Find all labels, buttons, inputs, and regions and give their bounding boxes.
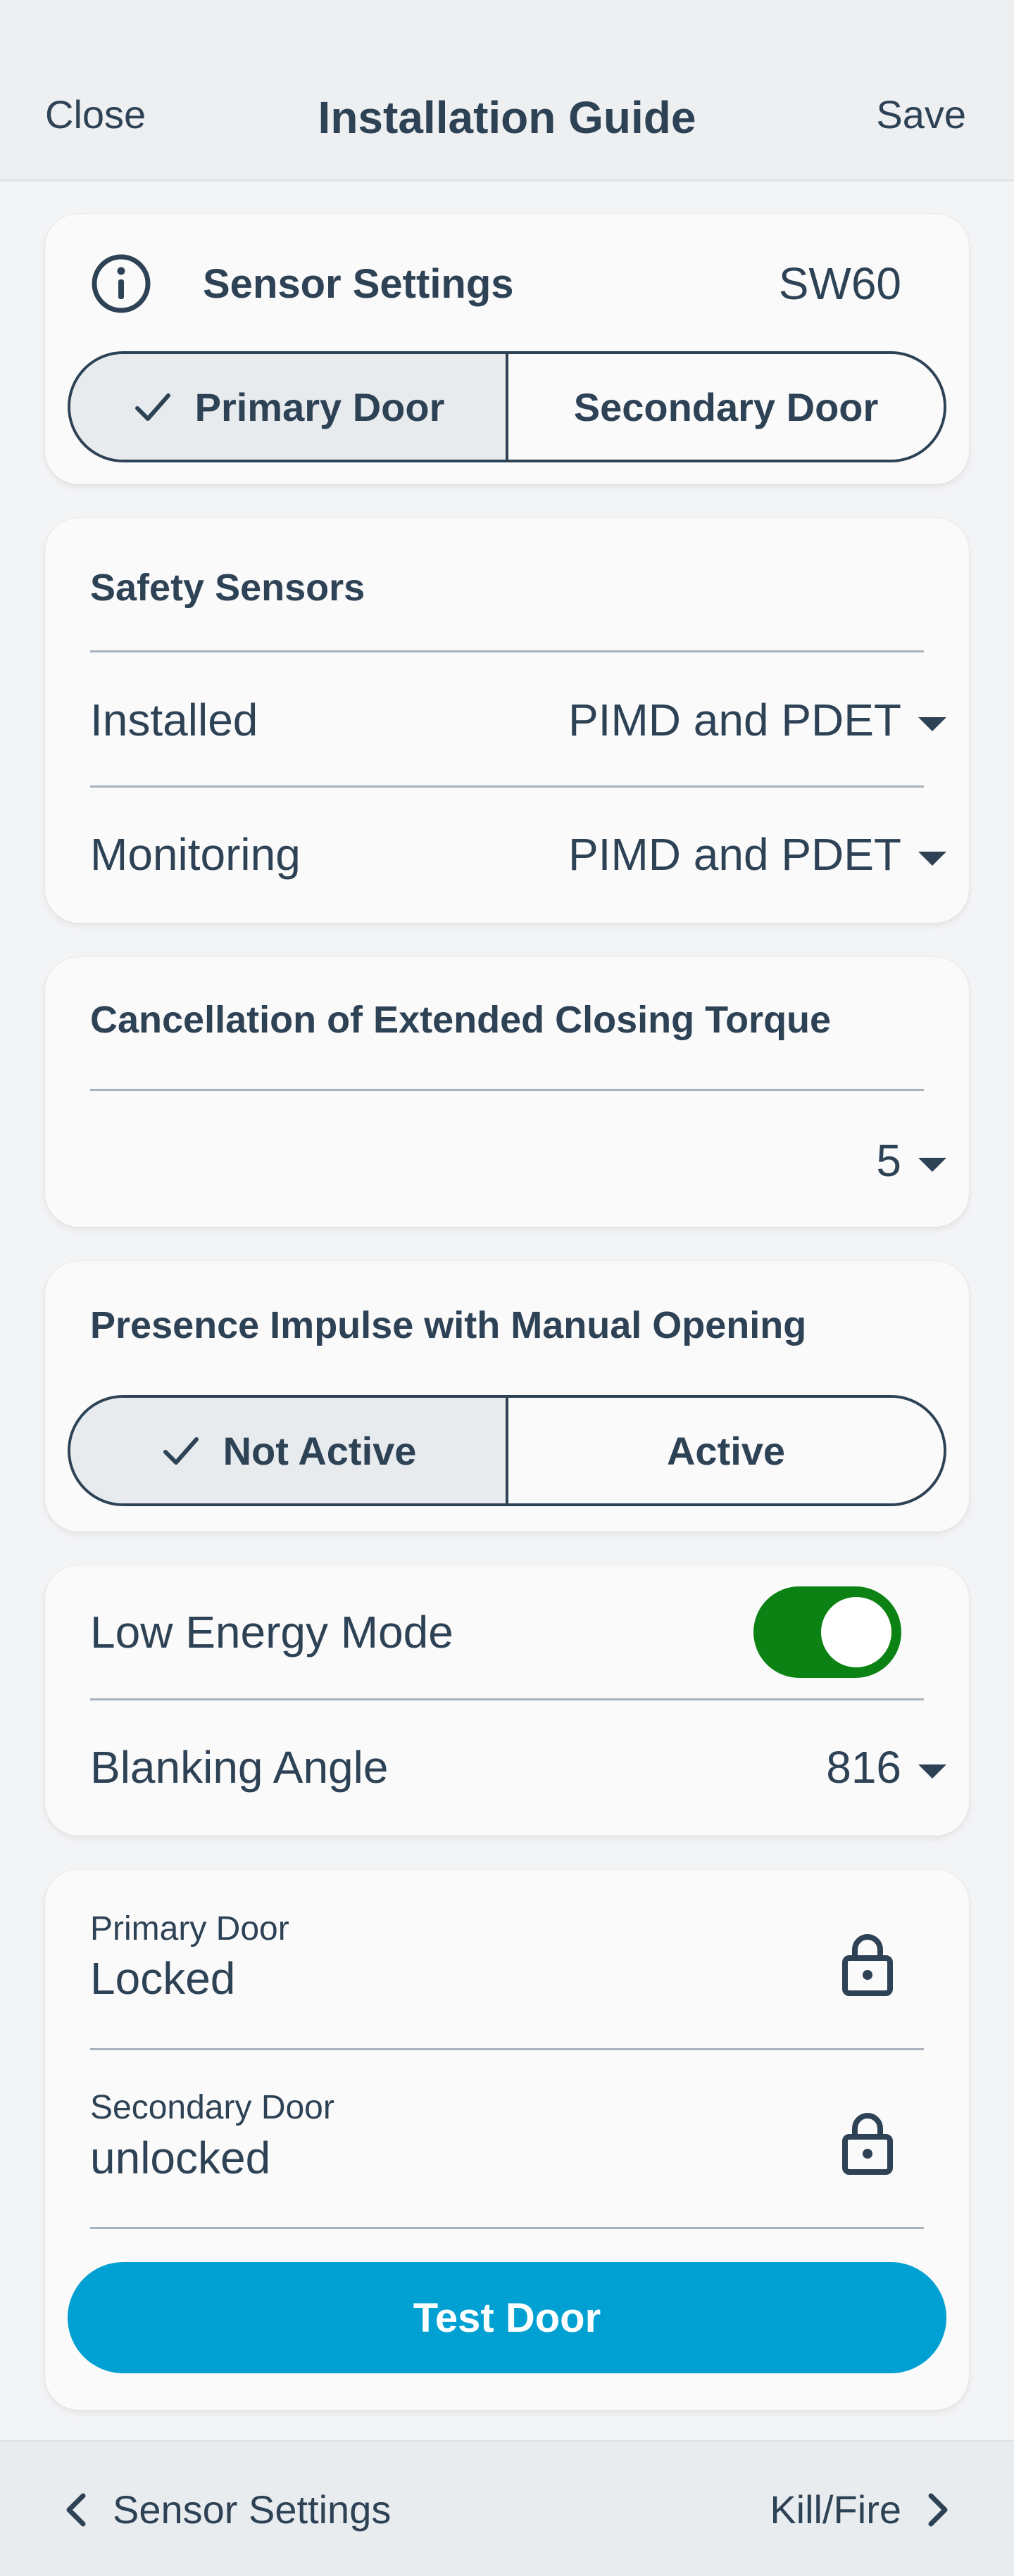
presence-impulse-selector: Not Active Active — [68, 1395, 946, 1506]
lock-icon[interactable] — [839, 2109, 896, 2176]
divider — [90, 650, 924, 652]
low-energy-card: Low Energy Mode Blanking Angle 816 — [45, 1565, 969, 1836]
chevron-down-icon — [918, 717, 946, 731]
monitoring-label: Monitoring — [90, 829, 301, 880]
closing-torque-title: Cancellation of Extended Closing Torque — [90, 999, 832, 1041]
safety-sensors-title: Safety Sensors — [90, 567, 365, 609]
secondary-door-label: Secondary Door — [90, 2089, 334, 2126]
not-active-option[interactable]: Not Active — [70, 1398, 508, 1503]
presence-impulse-card: Presence Impulse with Manual Opening Not… — [45, 1261, 969, 1532]
safety-sensors-card: Safety Sensors Installed PIMD and PDET M… — [45, 518, 969, 923]
chevron-left-icon — [66, 2493, 86, 2526]
monitoring-value: PIMD and PDET — [568, 829, 901, 880]
chevron-down-icon — [918, 1764, 946, 1779]
bottom-navigation: Sensor Settings Kill/Fire — [0, 2440, 1014, 2576]
toggle-knob — [821, 1597, 891, 1667]
page-title: Installation Guide — [318, 92, 696, 143]
active-option[interactable]: Active — [508, 1398, 944, 1503]
sensor-model: SW60 — [778, 258, 901, 309]
previous-step-label: Sensor Settings — [113, 2487, 392, 2532]
checkmark-icon — [163, 1437, 199, 1465]
presence-impulse-title: Presence Impulse with Manual Opening — [90, 1304, 807, 1346]
low-energy-label: Low Energy Mode — [90, 1607, 453, 1658]
previous-step-button[interactable]: Sensor Settings — [62, 2487, 391, 2532]
active-label: Active — [666, 1428, 786, 1473]
secondary-door-label: Secondary Door — [573, 384, 879, 429]
chevron-right-icon — [928, 2493, 948, 2526]
sensor-settings-title: Sensor Settings — [203, 261, 514, 307]
chevron-down-icon — [918, 1158, 946, 1172]
divider — [90, 2227, 924, 2229]
next-step-button[interactable]: Kill/Fire — [770, 2487, 952, 2532]
lock-icon[interactable] — [839, 1930, 896, 1997]
installed-label: Installed — [90, 695, 258, 745]
primary-door-label: Primary Door — [194, 384, 445, 429]
divider — [90, 1089, 924, 1091]
secondary-door-option[interactable]: Secondary Door — [508, 354, 944, 460]
divider — [90, 1698, 924, 1700]
close-button[interactable]: Close — [45, 91, 146, 137]
divider — [90, 2048, 924, 2050]
content-area: Sensor Settings SW60 Primary Door Second… — [0, 182, 1014, 2440]
not-active-label: Not Active — [223, 1428, 417, 1473]
next-step-label: Kill/Fire — [770, 2487, 901, 2532]
divider — [90, 785, 924, 788]
closing-torque-value: 5 — [876, 1135, 901, 1186]
door-selector: Primary Door Secondary Door — [68, 351, 946, 462]
installed-value: PIMD and PDET — [568, 695, 901, 745]
closing-torque-card: Cancellation of Extended Closing Torque … — [45, 957, 969, 1227]
blanking-angle-label: Blanking Angle — [90, 1742, 389, 1793]
chevron-down-icon — [918, 852, 946, 866]
checkmark-icon — [134, 393, 170, 421]
top-bar: Close Installation Guide Save — [0, 0, 1014, 181]
blanking-angle-value: 816 — [826, 1742, 901, 1793]
save-button[interactable]: Save — [876, 91, 966, 137]
info-icon[interactable] — [90, 253, 152, 315]
primary-door-status: Locked — [90, 1953, 236, 2004]
sensor-settings-card: Sensor Settings SW60 Primary Door Second… — [45, 214, 969, 484]
primary-door-label: Primary Door — [90, 1910, 289, 1947]
low-energy-toggle[interactable] — [753, 1586, 901, 1678]
primary-door-option[interactable]: Primary Door — [70, 354, 508, 460]
door-status-card: Primary Door Locked Secondary Door unloc… — [45, 1869, 969, 2410]
secondary-door-status: unlocked — [90, 2133, 271, 2183]
test-door-button[interactable]: Test Door — [68, 2262, 946, 2373]
